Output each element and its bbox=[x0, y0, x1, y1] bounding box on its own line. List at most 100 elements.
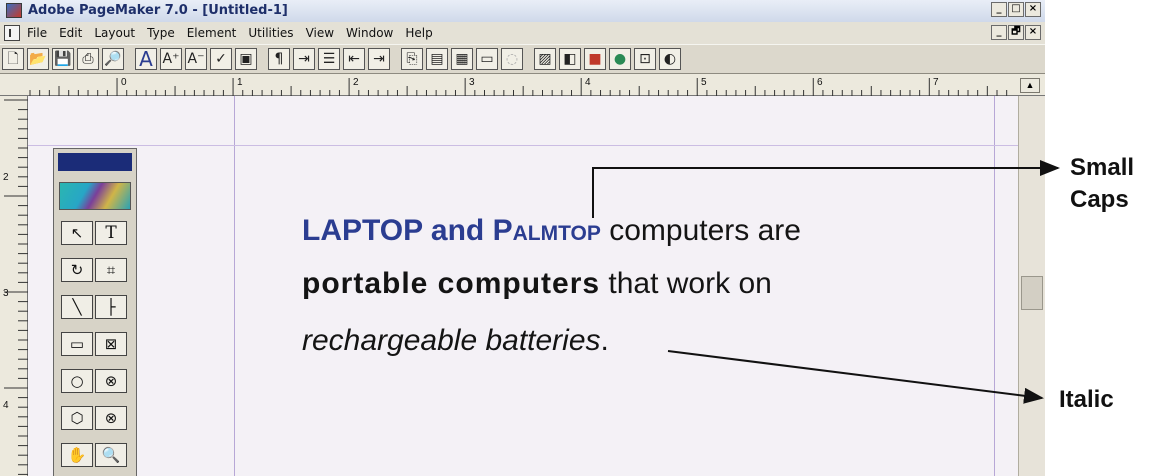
window-controls: _ □ × bbox=[991, 2, 1041, 17]
menu-type[interactable]: Type bbox=[147, 26, 175, 40]
horizontal-ruler-ticks: 012345678 bbox=[29, 77, 1008, 96]
box-icon[interactable]: ▭ bbox=[476, 48, 498, 70]
image-icon[interactable]: ▨ bbox=[534, 48, 556, 70]
crop-tool-icon[interactable]: ⌗ bbox=[95, 258, 127, 282]
outdent-right-icon[interactable]: ⇥ bbox=[368, 48, 390, 70]
line3-period: . bbox=[600, 324, 609, 357]
indent-icon[interactable]: ⇥ bbox=[293, 48, 315, 70]
line-tool-icon[interactable]: ╲ bbox=[61, 295, 93, 319]
document-icon[interactable] bbox=[4, 25, 20, 41]
new-icon[interactable]: 🗋 bbox=[2, 48, 24, 70]
globe-icon[interactable]: ● bbox=[609, 48, 631, 70]
menu-utilities[interactable]: Utilities bbox=[248, 26, 293, 40]
doc-close-button[interactable]: × bbox=[1025, 25, 1041, 40]
minimize-button[interactable]: _ bbox=[991, 2, 1007, 17]
ruler-label: 6 bbox=[817, 77, 823, 88]
close-button[interactable]: × bbox=[1025, 2, 1041, 17]
ruler-label: 3 bbox=[3, 288, 9, 299]
menu-help[interactable]: Help bbox=[405, 26, 432, 40]
ruler-label: 4 bbox=[585, 77, 591, 88]
find-icon[interactable]: 🔎 bbox=[102, 48, 124, 70]
frame-icon[interactable]: ▣ bbox=[235, 48, 257, 70]
ellipse-frame-tool-icon[interactable]: ⊗ bbox=[95, 369, 127, 393]
pointer-tool-icon[interactable]: ↖ bbox=[61, 221, 93, 245]
left-margin-guide bbox=[234, 96, 235, 476]
menu-view[interactable]: View bbox=[306, 26, 334, 40]
text-line-1[interactable]: LAPTOP and Palmtop computers are bbox=[302, 214, 801, 248]
save-icon[interactable]: 💾 bbox=[52, 48, 74, 70]
open-icon[interactable]: 📂 bbox=[27, 48, 49, 70]
doc-minimize-button[interactable]: _ bbox=[991, 25, 1007, 40]
line1-regular-text: computers are bbox=[600, 214, 801, 247]
maximize-button[interactable]: □ bbox=[1008, 2, 1024, 17]
page-icon[interactable]: ▦ bbox=[451, 48, 473, 70]
scrollbar-thumb[interactable] bbox=[1021, 276, 1043, 310]
outdent-left-icon[interactable]: ⇤ bbox=[343, 48, 365, 70]
menu-window[interactable]: Window bbox=[346, 26, 393, 40]
text-line-3[interactable]: rechargeable batteries. bbox=[302, 324, 609, 358]
line2-regular-text: that work on bbox=[600, 267, 772, 300]
vertical-ruler-ticks: 2 3 4 bbox=[3, 99, 28, 475]
horizontal-ruler[interactable]: 012345678 bbox=[0, 74, 1045, 96]
pagemaker-window: Adobe PageMaker 7.0 - [Untitled-1] _ □ ×… bbox=[0, 0, 1045, 476]
place-icon[interactable]: ◧ bbox=[559, 48, 581, 70]
menu-edit[interactable]: Edit bbox=[59, 26, 82, 40]
batteries-italic-text: rechargeable batteries bbox=[302, 324, 601, 357]
top-margin-guide bbox=[28, 145, 1018, 146]
menu-list: File Edit Layout Type Element Utilities … bbox=[27, 26, 433, 40]
ruler-label: 7 bbox=[933, 77, 939, 88]
toolbox-color-preview bbox=[59, 182, 131, 210]
copy-icon[interactable]: ⎘ bbox=[401, 48, 423, 70]
standard-toolbar: 🗋 📂 💾 ⎙ 🔎 A A⁺ A⁻ ✓ ▣ ¶ ⇥ ☰ ⇤ ⇥ ⎘ ▤ ▦ ▭ ◌ ▨ ◧ ■ ● ⊡ ◐ bbox=[0, 44, 1045, 74]
toolbox-title-bar[interactable] bbox=[58, 153, 132, 171]
right-margin-guide bbox=[994, 96, 995, 476]
color-icon[interactable]: ■ bbox=[584, 48, 606, 70]
text-line-2[interactable]: portable computers that work on bbox=[302, 267, 772, 301]
rectangle-frame-tool-icon[interactable]: ⊠ bbox=[95, 332, 127, 356]
small-caps-label-line1: Small bbox=[1070, 154, 1135, 181]
portable-computers-bold-text: portable computers bbox=[302, 267, 601, 300]
scroll-up-button[interactable]: ▲ bbox=[1020, 78, 1040, 93]
font-icon[interactable]: A bbox=[135, 48, 157, 70]
ellipse-tool-icon[interactable]: ○ bbox=[61, 369, 93, 393]
font-size-up-icon[interactable]: A⁺ bbox=[160, 48, 182, 70]
hand-tool-icon[interactable]: ✋ bbox=[61, 443, 93, 467]
ruler-label: 1 bbox=[237, 77, 243, 88]
window-title: Adobe PageMaker 7.0 - [Untitled-1] bbox=[28, 3, 288, 18]
ruler-label: 2 bbox=[353, 77, 359, 88]
pilcrow-icon[interactable]: ¶ bbox=[268, 48, 290, 70]
polygon-tool-icon[interactable]: ⬡ bbox=[61, 406, 93, 430]
vertical-ruler[interactable]: 2 3 4 bbox=[0, 96, 28, 476]
more-icon[interactable]: ◐ bbox=[659, 48, 681, 70]
zoom-tool-icon[interactable]: 🔍 bbox=[95, 443, 127, 467]
constrained-line-tool-icon[interactable]: ├ bbox=[95, 295, 127, 319]
document-window-controls: _ 🗗 × bbox=[991, 25, 1041, 40]
pagemaker-app-icon[interactable] bbox=[6, 3, 22, 18]
list-icon[interactable]: ☰ bbox=[318, 48, 340, 70]
title-bar: Adobe PageMaker 7.0 - [Untitled-1] _ □ × bbox=[0, 0, 1045, 22]
italic-label: Italic bbox=[1059, 386, 1114, 413]
paste-icon[interactable]: ▤ bbox=[426, 48, 448, 70]
text-tool-icon[interactable]: T bbox=[95, 221, 127, 245]
rectangle-tool-icon[interactable]: ▭ bbox=[61, 332, 93, 356]
font-size-down-icon[interactable]: A⁻ bbox=[185, 48, 207, 70]
toolbox-palette: ↖ T ↻ ⌗ ╲ ├ ▭ ⊠ ○ ⊗ ⬡ ⊗ ✋ 🔍 bbox=[53, 148, 137, 476]
print-icon[interactable]: ⎙ bbox=[77, 48, 99, 70]
menu-bar: File Edit Layout Type Element Utilities … bbox=[0, 22, 1045, 44]
spelling-icon[interactable]: ✓ bbox=[210, 48, 232, 70]
menu-file[interactable]: File bbox=[27, 26, 47, 40]
ruler-label: 0 bbox=[121, 77, 127, 88]
ruler-label: 5 bbox=[701, 77, 707, 88]
polygon-frame-tool-icon[interactable]: ⊗ bbox=[95, 406, 127, 430]
disabled-icon[interactable]: ◌ bbox=[501, 48, 523, 70]
palmtop-small-caps-text: Palmtop bbox=[492, 214, 601, 247]
doc-restore-button[interactable]: 🗗 bbox=[1008, 25, 1024, 40]
laptop-bold-text: LAPTOP and bbox=[302, 214, 493, 247]
ruler-label: 3 bbox=[469, 77, 475, 88]
pdf-icon[interactable]: ⊡ bbox=[634, 48, 656, 70]
ruler-label: 4 bbox=[3, 400, 9, 411]
small-caps-label-line2: Caps bbox=[1070, 186, 1129, 213]
rotate-tool-icon[interactable]: ↻ bbox=[61, 258, 93, 282]
menu-element[interactable]: Element bbox=[187, 26, 237, 40]
menu-layout[interactable]: Layout bbox=[94, 26, 135, 40]
